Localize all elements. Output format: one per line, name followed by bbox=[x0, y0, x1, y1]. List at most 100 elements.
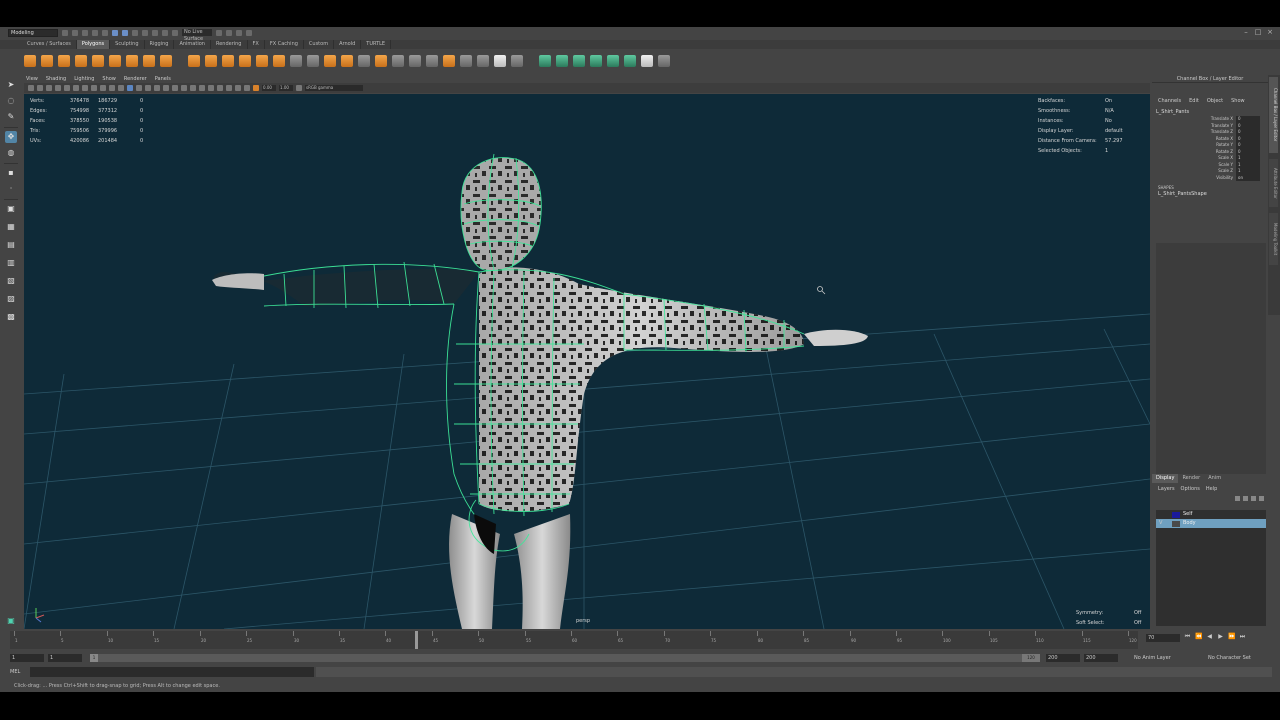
paint-select-icon[interactable]: ✎ bbox=[5, 111, 17, 123]
extrude-icon[interactable] bbox=[273, 55, 285, 67]
motion-blur-icon[interactable] bbox=[199, 85, 205, 91]
new-scene-icon[interactable] bbox=[62, 29, 68, 36]
bookmark-icon[interactable] bbox=[46, 85, 52, 91]
cylindrical-map-icon[interactable] bbox=[556, 55, 568, 67]
merge-icon[interactable] bbox=[443, 55, 455, 67]
channel-box-menu-item[interactable]: Show bbox=[1231, 97, 1245, 105]
layer-editor-menu-item[interactable]: Options bbox=[1181, 485, 1200, 494]
shelf-tab-item[interactable]: Animation bbox=[174, 40, 211, 49]
current-time-marker[interactable] bbox=[415, 631, 418, 649]
layer-name[interactable]: Body bbox=[1183, 519, 1196, 528]
menu-set-dropdown[interactable]: Modeling bbox=[8, 28, 58, 37]
screen-space-ao-icon[interactable] bbox=[190, 85, 196, 91]
open-scene-icon[interactable] bbox=[72, 29, 78, 36]
combine-icon[interactable] bbox=[188, 55, 200, 67]
shelf-tab-item[interactable]: Rendering bbox=[211, 40, 248, 49]
save-scene-icon[interactable] bbox=[82, 29, 88, 36]
bevel-icon[interactable] bbox=[307, 55, 319, 67]
gate-mask-icon[interactable] bbox=[91, 85, 97, 91]
depth-of-field-icon[interactable] bbox=[217, 85, 223, 91]
poly-disc-icon[interactable] bbox=[126, 55, 138, 67]
maximize-icon[interactable]: □ bbox=[1254, 28, 1262, 36]
shelf-tab-item[interactable]: TURTLE bbox=[361, 40, 392, 49]
start-time-field[interactable]: 1 bbox=[10, 654, 44, 662]
persp-outliner-layout-icon[interactable]: ▤ bbox=[5, 239, 17, 251]
layer-editor-menu-item[interactable]: Help bbox=[1206, 485, 1217, 494]
select-hierarchy-icon[interactable] bbox=[112, 29, 118, 36]
mirror-icon[interactable] bbox=[256, 55, 268, 67]
safe-title-icon[interactable] bbox=[118, 85, 124, 91]
layer-editor-tab[interactable]: Display bbox=[1152, 474, 1179, 483]
panel-menu-item[interactable]: Renderer bbox=[124, 75, 147, 83]
checker-map-icon[interactable] bbox=[641, 55, 653, 67]
target-weld-icon[interactable] bbox=[341, 55, 353, 67]
select-tool-icon[interactable]: ➤ bbox=[5, 79, 17, 91]
layer-name[interactable]: Self bbox=[1183, 510, 1192, 519]
super-shape-icon[interactable] bbox=[160, 55, 172, 67]
snap-plane-icon[interactable] bbox=[172, 29, 178, 36]
soft-edge-icon[interactable] bbox=[477, 55, 489, 67]
selected-object-name[interactable]: L_Shirt_Pants bbox=[1152, 108, 1268, 116]
textured-icon[interactable] bbox=[163, 85, 169, 91]
shelf-tab-item[interactable]: Sculpting bbox=[110, 40, 145, 49]
wireframe-icon[interactable] bbox=[127, 85, 133, 91]
step-back-frame-icon[interactable]: ◀ bbox=[1206, 633, 1213, 641]
step-forward-key-icon[interactable]: ⏩ bbox=[1228, 633, 1235, 641]
history-icon[interactable] bbox=[511, 55, 523, 67]
boolean-icon[interactable] bbox=[239, 55, 251, 67]
play-forward-icon[interactable]: ▶ bbox=[1217, 633, 1224, 641]
smooth-shade-icon[interactable] bbox=[136, 85, 142, 91]
perspective-viewport[interactable]: Verts: 376478 186729 0 Edges: 754998 377312 0 Fa… bbox=[24, 94, 1150, 629]
poly-cylinder-icon[interactable] bbox=[58, 55, 70, 67]
scale-tool-icon[interactable]: ▪ bbox=[5, 167, 17, 179]
hypershade-layout-icon[interactable]: ▧ bbox=[5, 275, 17, 287]
time-slider-track[interactable]: 1 5 10 15 20 25 30 35 40 45 50 55 60 65 70 75 80 85 90 95 10… bbox=[10, 631, 1138, 649]
shape-node-name[interactable]: L_Shirt_PantsShape bbox=[1152, 191, 1268, 198]
select-object-icon[interactable] bbox=[122, 29, 128, 36]
side-tab-modeling-toolkit[interactable]: Modeling Toolkit bbox=[1269, 213, 1278, 265]
panel-menu-item[interactable]: Lighting bbox=[74, 75, 94, 83]
minimize-icon[interactable]: – bbox=[1242, 28, 1250, 36]
separate-icon[interactable] bbox=[205, 55, 217, 67]
isolate-select-icon[interactable] bbox=[226, 85, 232, 91]
channel-attribute-name[interactable]: Visibility bbox=[1152, 175, 1236, 182]
lasso-tool-icon[interactable]: ◌ bbox=[5, 95, 17, 107]
select-component-icon[interactable] bbox=[132, 29, 138, 36]
poly-plane-icon[interactable] bbox=[109, 55, 121, 67]
channel-box-menu-item[interactable]: Channels bbox=[1158, 97, 1181, 105]
side-tab-attribute-editor[interactable]: Attribute Editor bbox=[1269, 159, 1278, 207]
xray-joints-icon[interactable] bbox=[244, 85, 250, 91]
quad-draw-icon[interactable] bbox=[375, 55, 387, 67]
grid-toggle-icon[interactable] bbox=[64, 85, 70, 91]
uv-unfold-icon[interactable] bbox=[658, 55, 670, 67]
move-tool-icon[interactable]: ✥ bbox=[5, 131, 17, 143]
ipr-render-icon[interactable] bbox=[226, 29, 232, 36]
uv-editor-icon[interactable] bbox=[494, 55, 506, 67]
field-chart-icon[interactable] bbox=[100, 85, 106, 91]
live-surface-field[interactable]: No Live Surface bbox=[182, 29, 212, 42]
layer-editor-tab[interactable]: Render bbox=[1178, 474, 1204, 483]
shadows-icon[interactable] bbox=[181, 85, 187, 91]
poly-torus-icon[interactable] bbox=[92, 55, 104, 67]
side-tab-channel-box[interactable]: Channel Box / Layer Editor bbox=[1269, 77, 1278, 153]
go-to-end-icon[interactable]: ⏭ bbox=[1239, 633, 1246, 641]
automatic-map-icon[interactable] bbox=[590, 55, 602, 67]
shelf-tab-item[interactable]: FX bbox=[248, 40, 265, 49]
layer-editor-tab[interactable]: Anim bbox=[1204, 474, 1225, 483]
far-clip-field[interactable]: 1.00 bbox=[279, 85, 293, 91]
connect-icon[interactable] bbox=[358, 55, 370, 67]
four-view-layout-icon[interactable]: ▦ bbox=[5, 221, 17, 233]
shelf-tab-item[interactable]: Arnold bbox=[334, 40, 362, 49]
channel-box-menu-item[interactable]: Edit bbox=[1189, 97, 1199, 105]
range-end-handle[interactable]: 120 bbox=[1022, 654, 1040, 662]
snap-point-icon[interactable] bbox=[162, 29, 168, 36]
anim-layer-dropdown[interactable]: No Anim Layer bbox=[1134, 654, 1171, 662]
snap-grid-icon[interactable] bbox=[142, 29, 148, 36]
planar-map-icon[interactable] bbox=[539, 55, 551, 67]
xray-icon[interactable] bbox=[235, 85, 241, 91]
safe-action-icon[interactable] bbox=[109, 85, 115, 91]
step-back-key-icon[interactable]: ⏪ bbox=[1195, 633, 1202, 641]
spherical-map-icon[interactable] bbox=[573, 55, 585, 67]
layer-color-swatch[interactable] bbox=[1172, 511, 1180, 518]
playback-start-field[interactable]: 1 bbox=[48, 654, 82, 662]
